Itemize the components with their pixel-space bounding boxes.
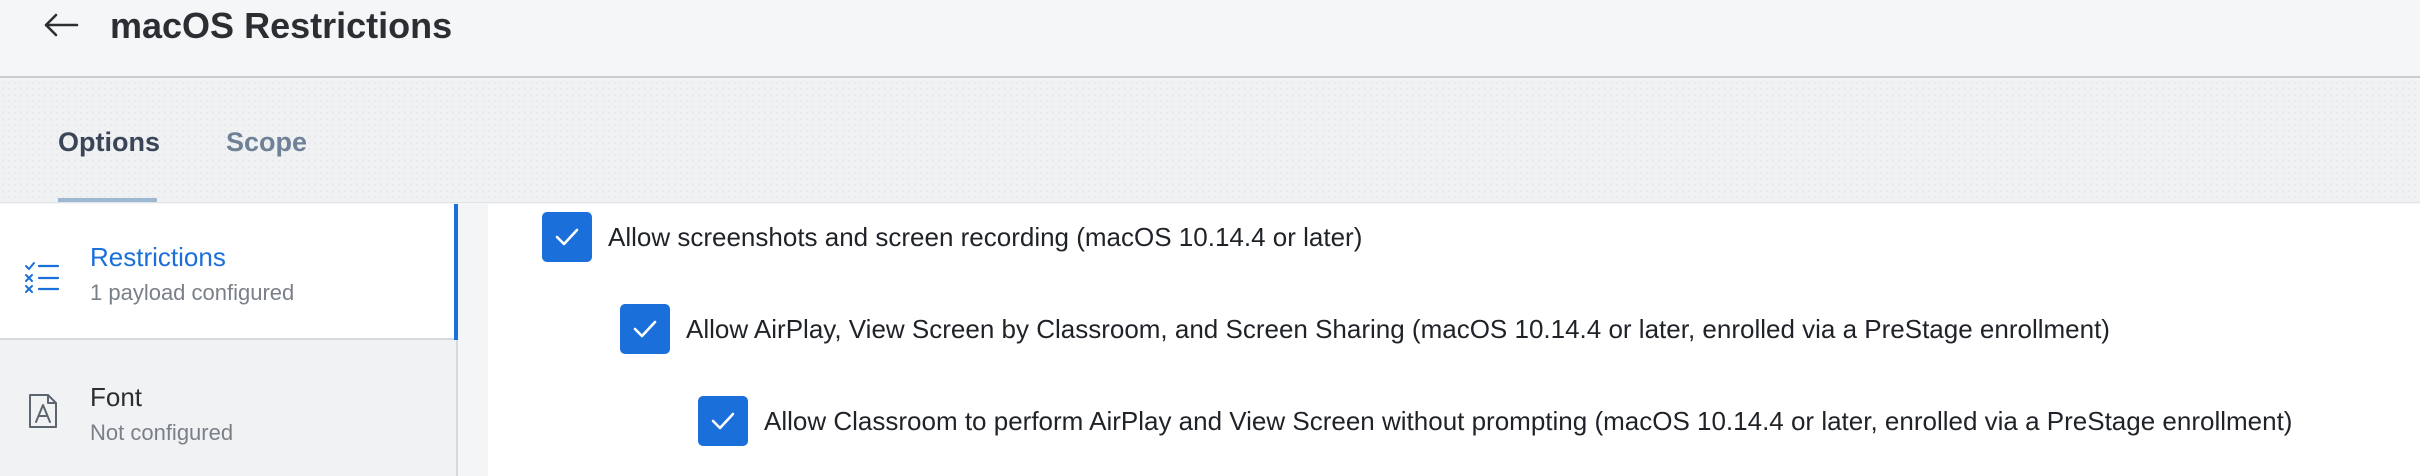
option-label: Allow screenshots and screen recording (… xyxy=(608,221,1363,252)
allow-classroom-option[interactable]: Allow Classroom to perform AirPlay and V… xyxy=(698,396,2292,446)
checkmark-icon xyxy=(711,412,735,430)
allow-screenshots-option[interactable]: Allow screenshots and screen recording (… xyxy=(542,212,1362,262)
checkmark-icon xyxy=(555,228,579,246)
tab-scope[interactable]: Scope xyxy=(226,127,307,158)
allow-airplay-option[interactable]: Allow AirPlay, View Screen by Classroom,… xyxy=(620,304,2110,354)
tab-options[interactable]: Options xyxy=(58,127,160,158)
checkmark-icon xyxy=(633,320,657,338)
arrow-left-icon xyxy=(44,13,79,37)
sidebar-item-font[interactable]: Font Not configured xyxy=(0,342,456,476)
sidebar-item-status: 1 payload configured xyxy=(90,280,295,305)
page-title: macOS Restrictions xyxy=(110,5,453,46)
sidebar-item-label: Font xyxy=(90,382,143,412)
allow-airplay-checkbox[interactable] xyxy=(620,304,670,354)
tab-bar: Options Scope xyxy=(0,80,2420,203)
payload-sidebar: Restrictions 1 payload configured Font N… xyxy=(0,204,458,476)
option-label: Allow Classroom to perform AirPlay and V… xyxy=(764,405,2293,436)
active-tab-indicator xyxy=(58,198,157,202)
back-button[interactable] xyxy=(40,4,82,46)
page-header: macOS Restrictions xyxy=(0,0,2420,78)
sidebar-item-status: Not configured xyxy=(90,420,234,445)
option-label: Allow AirPlay, View Screen by Classroom,… xyxy=(686,313,2110,344)
allow-screenshots-checkbox[interactable] xyxy=(542,212,592,262)
sidebar-item-restrictions[interactable]: Restrictions 1 payload configured xyxy=(0,204,458,340)
checklist-icon xyxy=(25,262,60,293)
restrictions-content: Allow screenshots and screen recording (… xyxy=(488,204,2420,476)
sidebar-item-label: Restrictions xyxy=(90,242,226,272)
allow-classroom-checkbox[interactable] xyxy=(698,396,748,446)
font-file-icon xyxy=(29,394,57,428)
